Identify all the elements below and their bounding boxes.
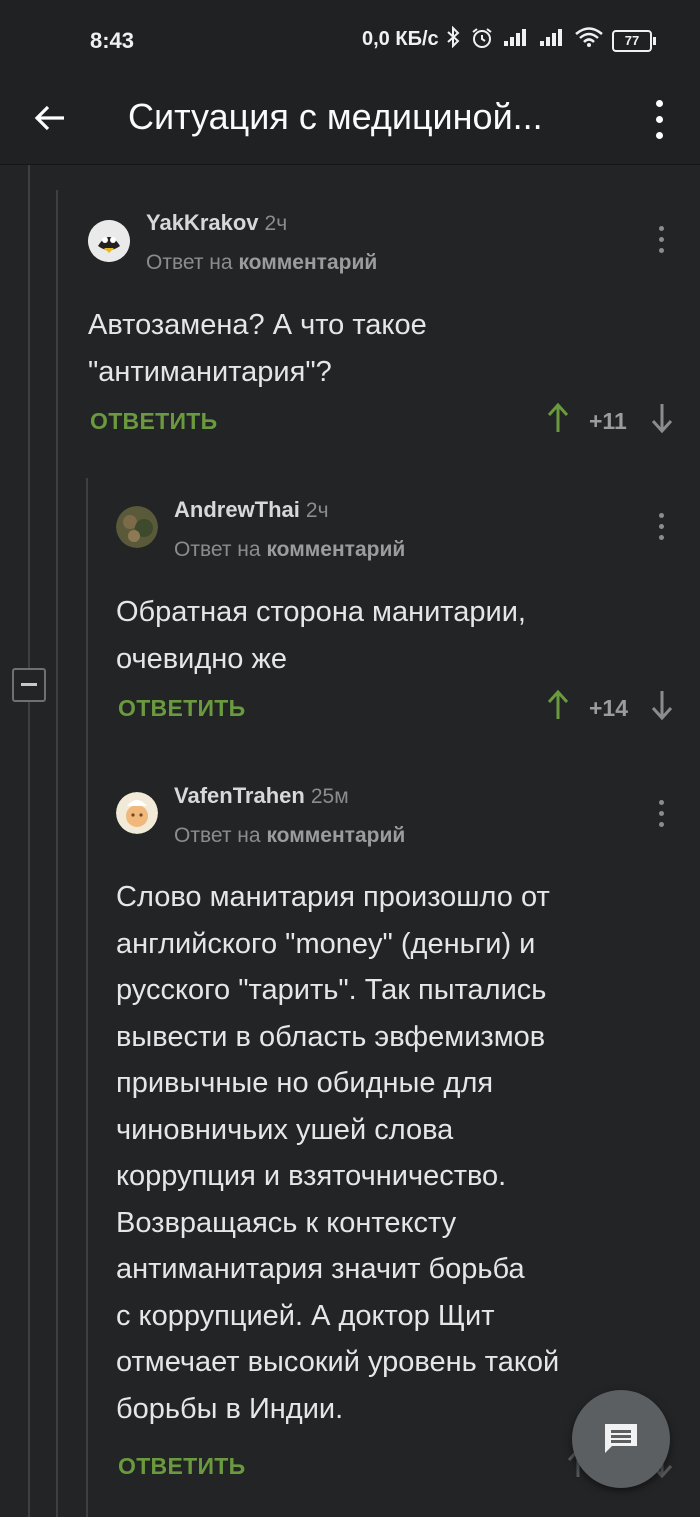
comment-icon <box>602 1421 640 1462</box>
thread-line <box>28 165 30 1517</box>
author-name[interactable]: VafenTrahen <box>174 783 305 808</box>
comment-age: 25м <box>310 785 349 808</box>
vote-score: +11 <box>589 408 627 434</box>
alarm-icon <box>470 26 494 56</box>
more-vertical-icon[interactable] <box>656 509 668 545</box>
collapse-thread-button[interactable] <box>12 668 46 702</box>
arrow-down-icon[interactable] <box>650 689 674 729</box>
comment-fab-button[interactable] <box>572 1390 670 1488</box>
avatar <box>88 220 130 262</box>
bluetooth-icon <box>446 25 460 54</box>
reply-button[interactable]: ОТВЕТИТЬ <box>90 408 217 435</box>
arrow-down-icon[interactable] <box>650 402 674 442</box>
signal-icon <box>502 26 530 54</box>
vote-score: +14 <box>589 695 629 721</box>
reply-to-label: Ответ на <box>174 538 261 561</box>
battery-indicator: 77 <box>612 30 656 52</box>
status-bar: 8:43 0,0 КБ/с 77 <box>0 0 700 80</box>
signal-icon <box>538 26 566 54</box>
reply-to-link[interactable]: комментарий <box>266 538 405 561</box>
reply-button[interactable]: ОТВЕТИТЬ <box>118 695 245 722</box>
comment-text: Автозамена? А что такое "антиманитария"? <box>88 309 427 388</box>
comment-age: 2ч <box>264 212 288 235</box>
avatar <box>116 792 158 834</box>
reply-to-link[interactable]: комментарий <box>238 251 377 274</box>
arrow-up-icon[interactable] <box>546 689 570 729</box>
reply-to-label: Ответ на <box>174 824 261 847</box>
author-name[interactable]: AndrewThai <box>174 497 300 522</box>
avatar <box>116 506 158 548</box>
reply-to-link[interactable]: комментарий <box>266 824 405 847</box>
status-network-speed: 0,0 КБ/с <box>362 28 439 50</box>
comment-text: Слово манитария произошло от английского… <box>116 881 560 1425</box>
comment-text: Обратная сторона манитарии, очевидно же <box>116 596 526 675</box>
thread-line <box>86 478 88 1517</box>
thread-line <box>56 190 58 1517</box>
reply-to-label: Ответ на <box>146 251 233 274</box>
more-vertical-icon[interactable] <box>648 98 672 142</box>
app-bar: Ситуация с медициной... <box>0 80 700 165</box>
page-title: Ситуация с медициной... <box>128 96 543 137</box>
arrow-up-icon[interactable] <box>546 402 570 442</box>
more-vertical-icon[interactable] <box>656 222 668 258</box>
reply-button[interactable]: ОТВЕТИТЬ <box>118 1453 245 1480</box>
wifi-icon <box>574 26 604 54</box>
back-arrow-icon[interactable] <box>32 98 72 138</box>
author-name[interactable]: YakKrakov <box>146 210 259 235</box>
more-vertical-icon[interactable] <box>656 796 668 832</box>
comment-age: 2ч <box>305 499 329 522</box>
status-time: 8:43 <box>90 28 135 53</box>
